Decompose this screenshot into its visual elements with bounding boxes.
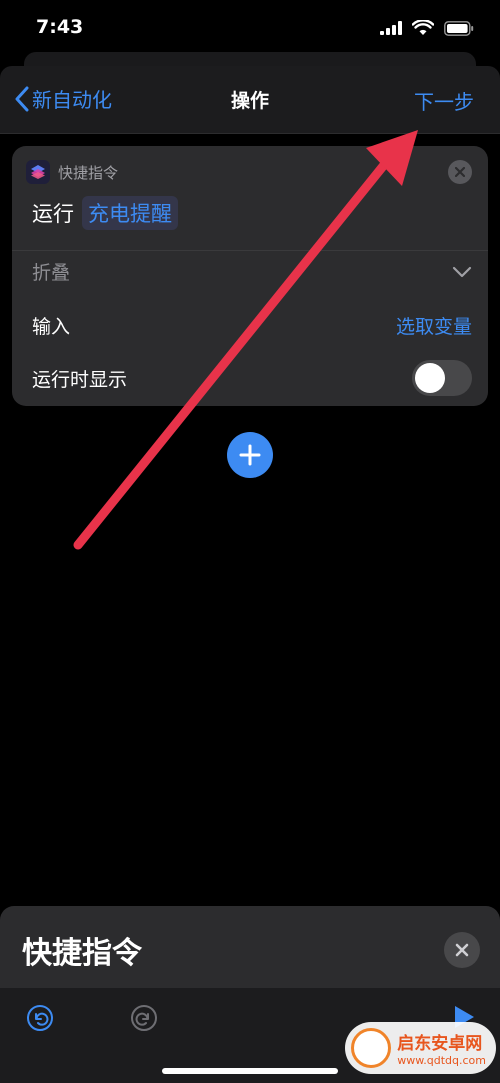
panel-title: 快捷指令 bbox=[22, 936, 142, 971]
close-icon bbox=[455, 943, 469, 957]
add-action-button[interactable] bbox=[227, 432, 273, 478]
panel-close-button[interactable] bbox=[444, 932, 480, 968]
watermark-logo-icon bbox=[351, 1028, 392, 1068]
chevron-down-icon bbox=[452, 266, 472, 277]
undo-button[interactable] bbox=[26, 1004, 54, 1036]
watermark: 启东安卓网 www.qdtdq.com bbox=[345, 1022, 496, 1074]
chevron-left-icon bbox=[15, 86, 29, 111]
show-when-run-toggle[interactable] bbox=[412, 360, 472, 396]
select-variable-button[interactable]: 选取变量 bbox=[396, 312, 472, 339]
remove-action-button[interactable] bbox=[448, 160, 472, 184]
shortcut-name-token[interactable]: 充电提醒 bbox=[82, 196, 178, 230]
show-when-run-label: 运行时显示 bbox=[32, 368, 128, 391]
input-label: 输入 bbox=[32, 316, 71, 338]
watermark-url: www.qdtdq.com bbox=[397, 1054, 486, 1067]
shortcuts-app-icon bbox=[26, 160, 50, 184]
redo-icon bbox=[131, 1005, 157, 1031]
close-icon bbox=[455, 167, 465, 177]
signal-icon bbox=[380, 21, 402, 35]
show-when-run-row: 运行时显示 bbox=[32, 360, 472, 396]
watermark-text: 启东安卓网 www.qdtdq.com bbox=[397, 1029, 486, 1067]
status-bar: 7:43 bbox=[0, 0, 500, 60]
action-summary: 运行 充电提醒 bbox=[32, 196, 178, 230]
wifi-icon bbox=[412, 20, 434, 35]
navigation-bar: 新自动化 操作 下一步 bbox=[0, 66, 500, 134]
divider bbox=[12, 250, 488, 251]
action-app-name: 快捷指令 bbox=[58, 163, 119, 182]
input-row: 输入 选取变量 bbox=[32, 312, 472, 339]
redo-button[interactable] bbox=[130, 1004, 158, 1036]
status-icons bbox=[380, 20, 474, 36]
action-verb: 运行 bbox=[32, 202, 74, 226]
action-card-header: 快捷指令 bbox=[26, 160, 118, 184]
watermark-name: 启东安卓网 bbox=[397, 1034, 483, 1054]
toggle-knob bbox=[415, 363, 445, 393]
battery-icon bbox=[444, 20, 474, 36]
next-button[interactable]: 下一步 bbox=[414, 86, 474, 115]
status-time: 7:43 bbox=[36, 16, 84, 38]
home-indicator bbox=[162, 1068, 338, 1074]
collapse-row[interactable]: 折叠 bbox=[32, 258, 472, 285]
undo-icon bbox=[27, 1005, 53, 1031]
action-card: 快捷指令 运行 充电提醒 折叠 输入 选取变量 运行时显示 bbox=[12, 146, 488, 406]
plus-icon bbox=[239, 444, 261, 466]
back-button[interactable]: 新自动化 bbox=[14, 84, 112, 113]
back-button-label: 新自动化 bbox=[32, 88, 112, 112]
collapse-label: 折叠 bbox=[32, 262, 71, 284]
